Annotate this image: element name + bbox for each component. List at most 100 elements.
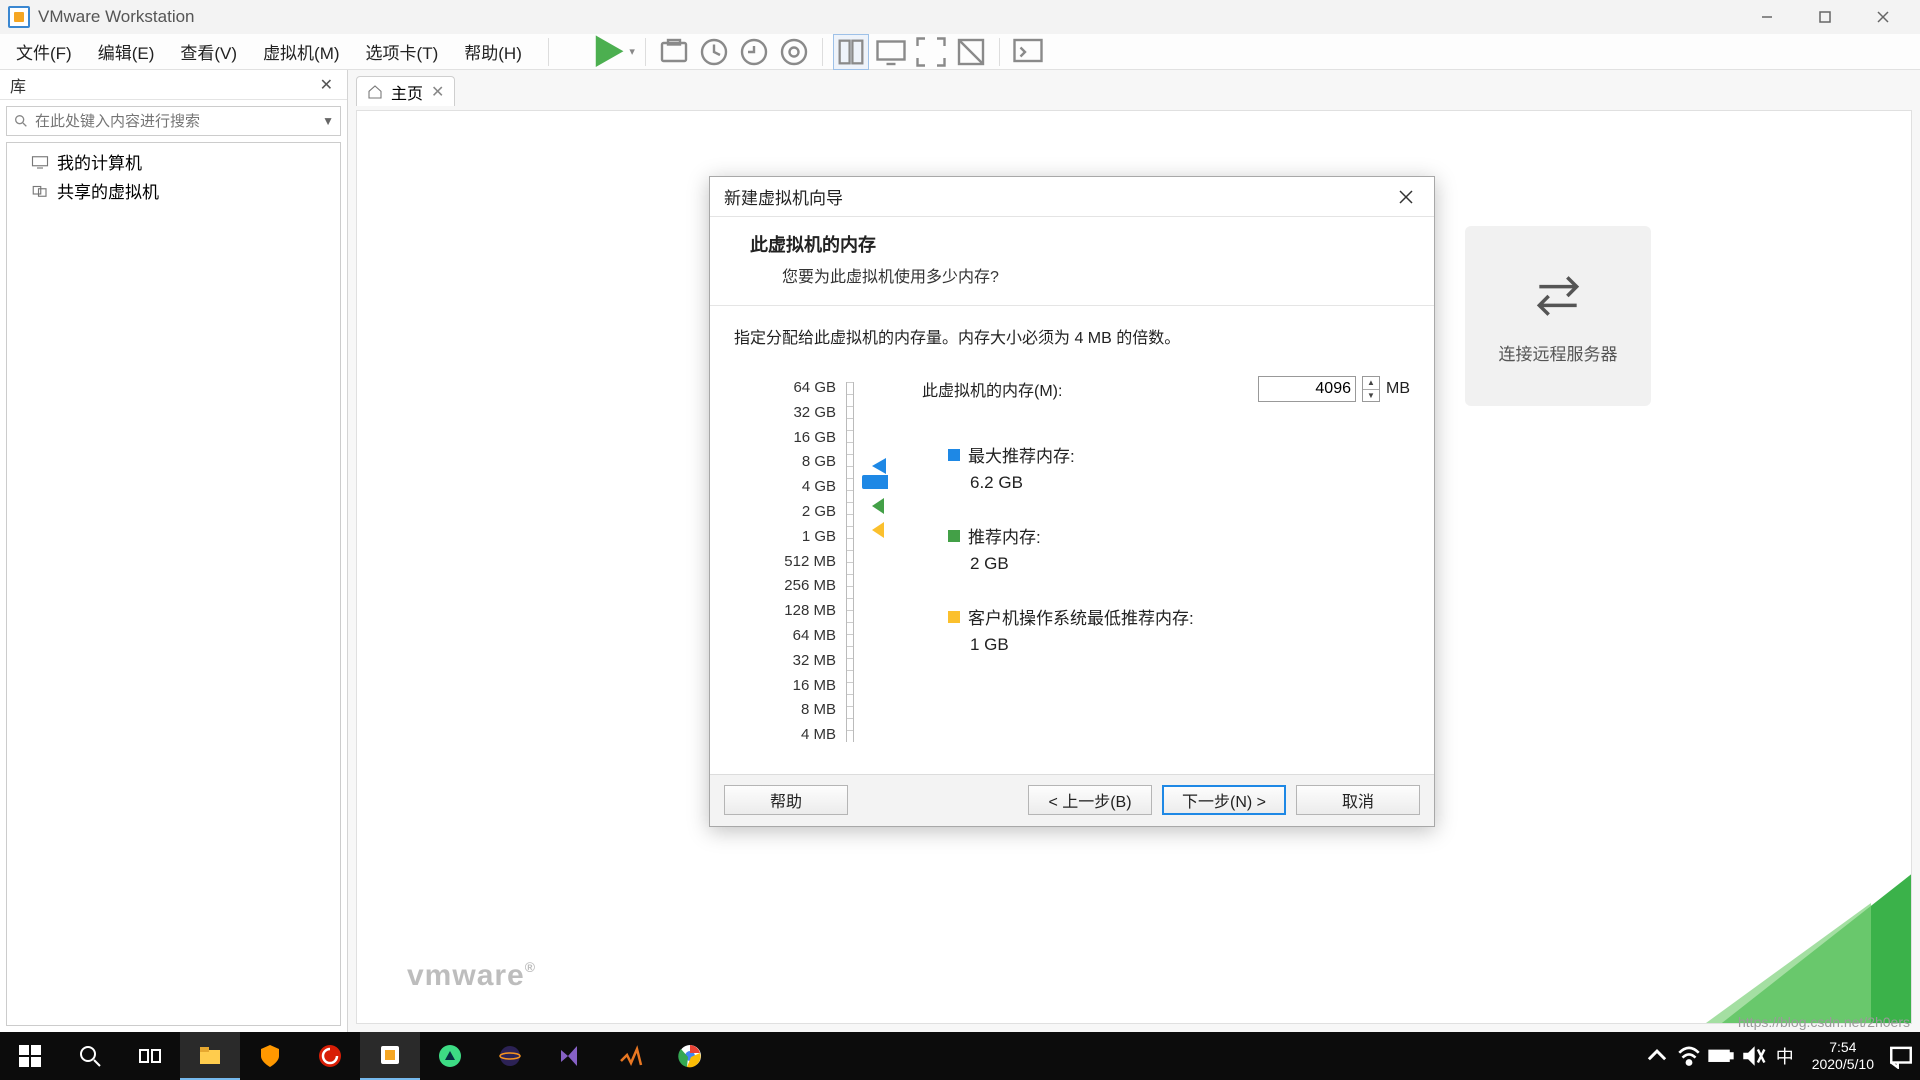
dialog-header: 此虚拟机的内存 您要为此虚拟机使用多少内存?: [710, 217, 1434, 306]
tab-label: 主页: [391, 80, 423, 104]
library-close-icon[interactable]: ✕: [316, 75, 337, 95]
yellow-square-icon: [948, 611, 960, 623]
connect-remote-tile[interactable]: 连接远程服务器: [1465, 226, 1651, 406]
fullscreen-icon[interactable]: [913, 34, 949, 70]
menu-edit[interactable]: 编辑(E): [92, 35, 161, 68]
clock-date: 2020/5/10: [1812, 1056, 1874, 1073]
start-button[interactable]: [0, 1032, 60, 1080]
close-button[interactable]: [1854, 0, 1912, 34]
menu-view[interactable]: 查看(V): [174, 35, 243, 68]
explorer-icon[interactable]: [180, 1032, 240, 1080]
minimum-value: 1 GB: [970, 635, 1410, 655]
minimum-marker-icon: [872, 522, 884, 538]
max-recommend-label: 最大推荐内存:: [968, 442, 1075, 467]
chrome-icon[interactable]: [660, 1032, 720, 1080]
tick-label: 32 GB: [734, 401, 854, 426]
clock[interactable]: 7:54 2020/5/10: [1804, 1039, 1882, 1073]
max-marker-icon: [872, 458, 886, 474]
monitor-icon: [31, 155, 49, 169]
recommend-value: 2 GB: [970, 554, 1410, 574]
tree-item-label: 我的计算机: [57, 149, 142, 174]
back-button[interactable]: < 上一步(B): [1028, 785, 1152, 815]
minimize-button[interactable]: [1738, 0, 1796, 34]
content-area: 主页 ✕ 连接远程服务器 vmware® 新建虚拟机向导 此虚拟机的内存: [348, 70, 1920, 1032]
menu-vm[interactable]: 虚拟机(M): [257, 35, 345, 68]
ime-indicator[interactable]: 中: [1772, 1032, 1798, 1080]
taskbar: 中 7:54 2020/5/10: [0, 1032, 1920, 1080]
watermark: https://blog.csdn.net/2h0ers: [1738, 1014, 1910, 1030]
console-icon[interactable]: [1010, 34, 1046, 70]
library-search[interactable]: ▼: [6, 106, 341, 136]
library-tree: 我的计算机 共享的虚拟机: [6, 142, 341, 1026]
visualstudio-icon[interactable]: [540, 1032, 600, 1080]
notifications-icon[interactable]: [1888, 1032, 1914, 1080]
dialog-footer: 帮助 < 上一步(B) 下一步(N) > 取消: [710, 774, 1434, 826]
battery-icon[interactable]: [1708, 1032, 1734, 1080]
memory-spinner[interactable]: ▲▼: [1362, 376, 1380, 402]
view-single-icon[interactable]: [833, 34, 869, 70]
tick-label: 4 MB: [734, 723, 854, 748]
decorative-triangles: [1531, 763, 1912, 1024]
tab-close-icon[interactable]: ✕: [431, 82, 444, 102]
tick-label: 16 GB: [734, 426, 854, 451]
search-input[interactable]: [35, 113, 322, 130]
home-icon: [367, 84, 383, 100]
android-studio-icon[interactable]: [420, 1032, 480, 1080]
unity-icon[interactable]: [953, 34, 989, 70]
snapshot-take-icon[interactable]: [696, 34, 732, 70]
toolbar: ▾: [587, 34, 1046, 70]
memory-scale: 64 GB 32 GB 16 GB 8 GB 4 GB 2 GB 1 GB 51…: [734, 376, 854, 748]
app-icon: [8, 6, 30, 28]
tab-home[interactable]: 主页 ✕: [356, 76, 455, 106]
green-square-icon: [948, 530, 960, 542]
tick-label: 1 GB: [734, 525, 854, 550]
wifi-icon[interactable]: [1676, 1032, 1702, 1080]
remote-tile-label: 连接远程服务器: [1499, 340, 1618, 365]
memory-input[interactable]: [1258, 376, 1356, 402]
dialog-close-button[interactable]: [1392, 183, 1420, 211]
netease-icon[interactable]: [300, 1032, 360, 1080]
tick-label: 64 GB: [734, 376, 854, 401]
menu-tabs[interactable]: 选项卡(T): [360, 35, 445, 68]
blue-square-icon: [948, 449, 960, 461]
help-button[interactable]: 帮助: [724, 785, 848, 815]
search-dropdown-icon[interactable]: ▼: [322, 114, 334, 128]
memory-unit: MB: [1386, 380, 1410, 398]
snapshot-revert-icon[interactable]: [736, 34, 772, 70]
maximize-button[interactable]: [1796, 0, 1854, 34]
tick-label: 64 MB: [734, 624, 854, 649]
tray-chevron-icon[interactable]: [1644, 1032, 1670, 1080]
tree-item-label: 共享的虚拟机: [57, 178, 159, 203]
volume-icon[interactable]: [1740, 1032, 1766, 1080]
app-title: VMware Workstation: [38, 7, 195, 27]
security-icon[interactable]: [240, 1032, 300, 1080]
home-canvas: 连接远程服务器 vmware® 新建虚拟机向导 此虚拟机的内存 您要为此虚拟机使…: [356, 110, 1912, 1024]
menu-help[interactable]: 帮助(H): [458, 35, 528, 68]
view-console-icon[interactable]: [873, 34, 909, 70]
search-icon: [13, 113, 29, 129]
window-titlebar: VMware Workstation: [0, 0, 1920, 34]
current-marker-icon[interactable]: [862, 475, 888, 489]
snapshot-icon[interactable]: [656, 34, 692, 70]
tick-label: 4 GB: [734, 475, 854, 500]
taskview-icon[interactable]: [120, 1032, 180, 1080]
library-panel: 库 ✕ ▼ 我的计算机 共享的虚拟机: [0, 70, 348, 1032]
matlab-icon[interactable]: [600, 1032, 660, 1080]
power-on-button[interactable]: ▾: [587, 34, 635, 70]
tree-my-computer[interactable]: 我的计算机: [7, 147, 340, 176]
library-header: 库: [10, 73, 26, 97]
cancel-button[interactable]: 取消: [1296, 785, 1420, 815]
eclipse-icon[interactable]: [480, 1032, 540, 1080]
menu-file[interactable]: 文件(F): [10, 35, 78, 68]
memory-ruler[interactable]: [846, 382, 854, 742]
search-taskbar-icon[interactable]: [60, 1032, 120, 1080]
arrows-icon: [1530, 268, 1586, 324]
systray: 中 7:54 2020/5/10: [1644, 1032, 1920, 1080]
snapshot-manager-icon[interactable]: [776, 34, 812, 70]
recommended-marker-icon: [872, 498, 884, 514]
tick-label: 512 MB: [734, 550, 854, 575]
next-button[interactable]: 下一步(N) >: [1162, 785, 1286, 815]
vmware-taskbar-icon[interactable]: [360, 1032, 420, 1080]
new-vm-wizard-dialog: 新建虚拟机向导 此虚拟机的内存 您要为此虚拟机使用多少内存? 指定分配给此虚拟机…: [709, 176, 1435, 827]
tree-shared-vms[interactable]: 共享的虚拟机: [7, 176, 340, 205]
